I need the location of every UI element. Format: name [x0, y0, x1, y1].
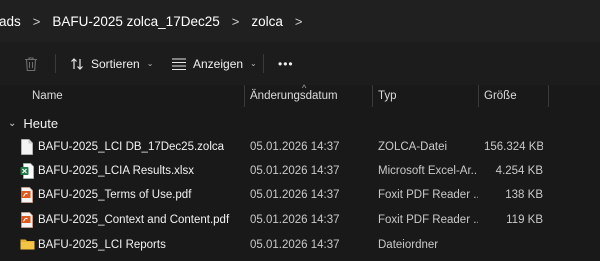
delete-button[interactable]: [24, 42, 38, 85]
column-divider[interactable]: [244, 85, 245, 107]
file-type: Foxit PDF Reader ...: [378, 189, 478, 201]
toolbar-divider: [55, 54, 56, 73]
file-date: 05.01.2026 14:37: [250, 214, 340, 226]
sort-button[interactable]: Sortieren ⌄: [70, 42, 153, 85]
column-divider[interactable]: [478, 85, 479, 107]
view-lines-icon: [172, 57, 186, 70]
file-name: BAFU-2025_Terms of Use.pdf: [38, 189, 192, 201]
file-size: 119 KB: [506, 214, 543, 226]
breadcrumb-item-zolca[interactable]: zolca: [251, 14, 283, 29]
breadcrumb-item-downloads[interactable]: ads: [0, 14, 21, 29]
file-name: BAFU-2025_LCIA Results.xlsx: [38, 165, 194, 177]
breadcrumb-item-bafu-folder[interactable]: BAFU-2025 zolca_17Dec25: [52, 14, 219, 29]
file-type: Microsoft Excel-Ar...: [378, 165, 478, 177]
folder-icon: [20, 237, 35, 253]
view-button[interactable]: Anzeigen ⌄: [172, 42, 257, 85]
chevron-down-icon: ⌄: [146, 59, 154, 68]
file-name: BAFU-2025_LCI Reports: [38, 239, 166, 251]
column-header-date[interactable]: Änderungsdatum: [250, 85, 338, 107]
column-divider[interactable]: [548, 85, 549, 107]
group-label: Heute: [23, 115, 59, 131]
breadcrumb-separator-icon[interactable]: >: [33, 14, 41, 29]
toolbar-divider: [263, 54, 264, 73]
file-date: 05.01.2026 14:37: [250, 141, 340, 153]
chevron-down-icon: ⌄: [250, 59, 257, 68]
file-size: 138 KB: [505, 189, 543, 201]
trash-icon: [24, 56, 38, 72]
file-type: Dateiordner: [378, 239, 439, 251]
sort-arrows-icon: [70, 57, 84, 71]
breadcrumb-separator-icon[interactable]: >: [295, 14, 303, 29]
file-name: BAFU-2025_LCI DB_17Dec25.zolca: [38, 141, 225, 153]
pdf-file-icon: [20, 212, 34, 228]
file-date: 05.01.2026 14:37: [250, 165, 340, 177]
file-row[interactable]: BAFU-2025_Context and Content.pdf 05.01.…: [0, 208, 600, 232]
file-date: 05.01.2026 14:37: [250, 189, 340, 201]
view-label: Anzeigen: [193, 56, 244, 71]
file-date: 05.01.2026 14:37: [250, 239, 340, 251]
generic-file-icon: [20, 139, 34, 155]
breadcrumb-separator-icon[interactable]: >: [232, 14, 240, 29]
breadcrumb: ads > BAFU-2025 zolca_17Dec25 > zolca >: [0, 0, 600, 42]
file-size: 156.324 KB: [484, 141, 543, 153]
chevron-down-icon[interactable]: ⌄: [8, 118, 16, 129]
file-row[interactable]: BAFU-2025_Terms of Use.pdf 05.01.2026 14…: [0, 183, 600, 207]
file-row[interactable]: BAFU-2025_LCI DB_17Dec25.zolca 05.01.202…: [0, 135, 600, 159]
column-header-size[interactable]: Größe: [484, 85, 517, 107]
pdf-file-icon: [20, 187, 34, 203]
file-size: [484, 233, 543, 257]
file-row[interactable]: BAFU-2025_LCI Reports 05.01.2026 14:37 D…: [0, 233, 600, 257]
column-header-row: Name ^ Änderungsdatum Typ Größe: [0, 83, 600, 107]
more-options-button[interactable]: •••: [278, 42, 294, 85]
sort-label: Sortieren: [91, 56, 140, 71]
column-header-name[interactable]: Name: [32, 85, 63, 107]
column-header-type[interactable]: Typ: [378, 85, 397, 107]
file-row[interactable]: BAFU-2025_LCIA Results.xlsx 05.01.2026 1…: [0, 159, 600, 183]
column-divider[interactable]: [372, 85, 373, 107]
excel-file-icon: [20, 163, 34, 179]
more-dots-icon: •••: [278, 56, 294, 71]
file-type: ZOLCA-Datei: [378, 141, 448, 153]
file-size: 4.254 KB: [495, 165, 543, 177]
file-type: Foxit PDF Reader ...: [378, 214, 478, 226]
group-header-today[interactable]: ⌄ Heute: [0, 112, 600, 134]
file-name: BAFU-2025_Context and Content.pdf: [38, 214, 230, 226]
command-bar: Sortieren ⌄ Anzeigen ⌄ •••: [0, 42, 600, 86]
